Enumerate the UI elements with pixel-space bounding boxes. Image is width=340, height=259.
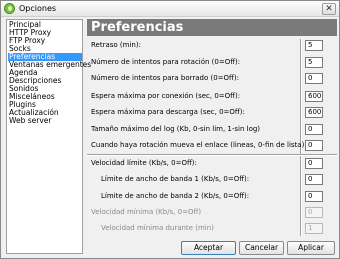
min-speed-input: 0: [305, 207, 323, 218]
sidebar-item-web-server[interactable]: Web server: [8, 117, 82, 125]
band2-limit-input[interactable]: 0: [305, 191, 323, 202]
window-title: Opciones: [19, 4, 57, 13]
section-divider: [87, 154, 337, 156]
field-divider: [300, 39, 302, 236]
accept-button[interactable]: Aceptar: [181, 241, 236, 255]
min-speed-label: Velocidad mínima (Kb/s, 0=Off): [91, 208, 202, 216]
band2-limit-label: Límite de ancho de banda 2 (Kb/s, 0=Off)…: [101, 192, 250, 200]
rotation-attempts-input[interactable]: 5: [305, 57, 323, 68]
retry-input[interactable]: 5: [305, 40, 323, 51]
speed-limit-input[interactable]: 0: [305, 158, 323, 169]
app-icon: [4, 3, 15, 14]
category-list: Principal HTTP Proxy FTP Proxy Socks Pre…: [6, 19, 91, 254]
rotation-attempts-label: Número de intentos para rotación (0=Off)…: [91, 58, 241, 66]
download-wait-label: Espera máxima para descarga (sec, 0=Off)…: [91, 108, 245, 116]
apply-button[interactable]: Aplicar: [287, 241, 335, 255]
min-speed-duration-label: Velocidad mínima durante (min): [101, 224, 214, 232]
speed-limit-label: Velocidad límite (Kb/s, 0=Off):: [91, 159, 197, 167]
retry-label: Retraso (min):: [91, 41, 141, 49]
title-bar: Opciones ✕: [1, 1, 339, 17]
download-wait-input[interactable]: 600: [305, 107, 323, 118]
min-speed-duration-input: 1: [305, 223, 323, 234]
band1-limit-label: Límite de ancho de banda 1 (Kb/s, 0=Off)…: [101, 175, 250, 183]
connect-wait-input[interactable]: 600: [305, 91, 323, 102]
cancel-button[interactable]: Cancelar: [239, 241, 284, 255]
preferences-panel: Preferencias Retraso (min): 5 Número de …: [87, 19, 337, 236]
band1-limit-input[interactable]: 0: [305, 174, 323, 185]
rotation-move-label: Cuando haya rotación mueva el enlace (li…: [91, 141, 305, 149]
panel-header: Preferencias: [87, 19, 337, 36]
options-window: Opciones ✕ Principal HTTP Proxy FTP Prox…: [0, 0, 340, 259]
rotation-move-input[interactable]: 0: [305, 140, 323, 151]
delete-attempts-label: Número de intentos para borrado (0=Off):: [91, 74, 239, 82]
delete-attempts-input[interactable]: 0: [305, 73, 323, 84]
page-title: Preferencias: [91, 20, 184, 35]
log-size-label: Tamaño máximo del log (Kb, 0-sin lim, 1-…: [91, 125, 261, 133]
log-size-input[interactable]: 0: [305, 124, 323, 135]
close-button[interactable]: ✕: [322, 3, 336, 15]
connect-wait-label: Espera máxima por conexión (sec, 0=Off):: [91, 92, 241, 100]
